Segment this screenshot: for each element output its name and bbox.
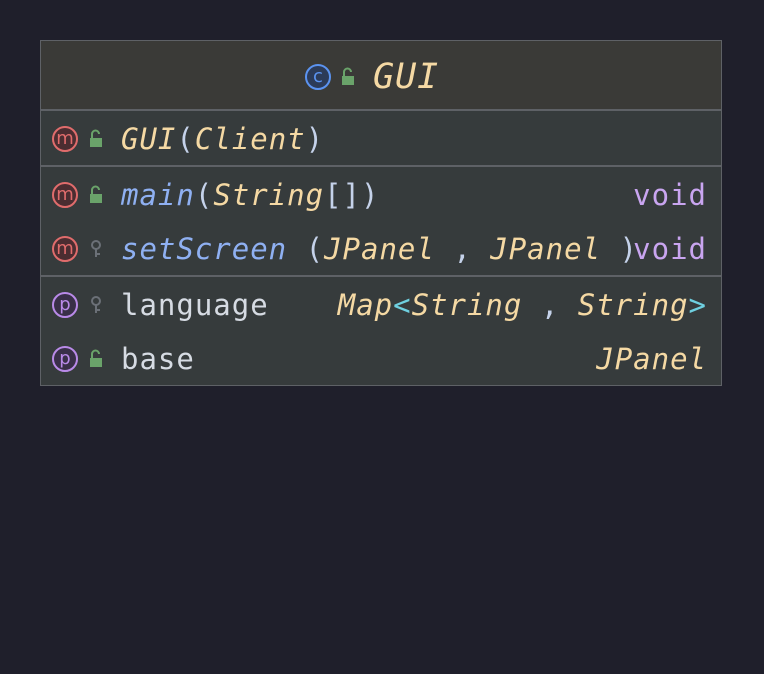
close-paren: ): [361, 178, 380, 212]
method-signature: setScreen (JPanel , JPanel ): [121, 231, 638, 267]
param-type: JPanel: [490, 232, 602, 266]
public-lock-icon: [90, 185, 102, 203]
section-divider: [41, 165, 721, 167]
method-name: setScreen: [121, 232, 288, 266]
public-lock-icon: [342, 67, 354, 85]
section-divider: [41, 275, 721, 277]
array-brackets: []: [324, 178, 361, 212]
class-header-content: c GUI: [305, 57, 440, 97]
open-paren: (: [176, 122, 195, 156]
method-signature: main(String[]): [121, 177, 379, 213]
property-badge-icon: p: [52, 346, 78, 372]
method-badge-icon: m: [52, 182, 78, 208]
method-badge-icon: m: [52, 126, 78, 152]
type-base: Map: [337, 288, 394, 322]
constructor-signature: GUI(Client): [121, 121, 324, 157]
open-paren: (: [194, 178, 214, 212]
method-badge-icon: m: [52, 236, 78, 262]
return-type: void: [633, 232, 707, 266]
type-arg: String: [411, 288, 523, 322]
method-row-setscreen[interactable]: m setScreen (JPanel , JPanel ) void: [41, 223, 721, 275]
private-key-icon: [91, 296, 101, 313]
comma: ,: [540, 288, 560, 322]
return-type: void: [633, 178, 707, 212]
param-type: JPanel: [324, 232, 435, 266]
class-kind-icon: c: [305, 64, 331, 90]
open-paren: (: [305, 232, 325, 266]
generic-close: >: [688, 288, 707, 322]
private-key-icon: [91, 240, 101, 257]
public-lock-icon: [90, 129, 102, 147]
comma: ,: [453, 232, 472, 266]
property-row-language[interactable]: p language Map<String , String>: [41, 279, 721, 331]
constructor-name: GUI: [121, 122, 177, 156]
constructor-row[interactable]: m GUI(Client): [41, 113, 721, 165]
param-type: String: [213, 178, 325, 212]
property-badge-icon: p: [52, 292, 78, 318]
property-type: Map<String , String>: [338, 287, 707, 323]
property-type: JPanel: [596, 342, 707, 376]
method-row-main[interactable]: m main(String[]) void: [41, 169, 721, 221]
generic-open: <: [393, 288, 412, 322]
param-type: Client: [194, 122, 306, 156]
public-lock-icon: [90, 349, 102, 367]
method-name: main: [121, 178, 195, 212]
close-paren: ): [305, 122, 325, 156]
class-name: GUI: [373, 57, 440, 97]
property-row-base[interactable]: p base JPanel: [41, 333, 721, 385]
property-name: language: [121, 288, 269, 322]
type-arg: String: [577, 288, 689, 322]
class-diagram-box: c GUI m GUI(Client) m main(String[]) voi…: [40, 40, 722, 386]
property-name: base: [121, 342, 195, 376]
class-header: c GUI: [41, 41, 721, 111]
